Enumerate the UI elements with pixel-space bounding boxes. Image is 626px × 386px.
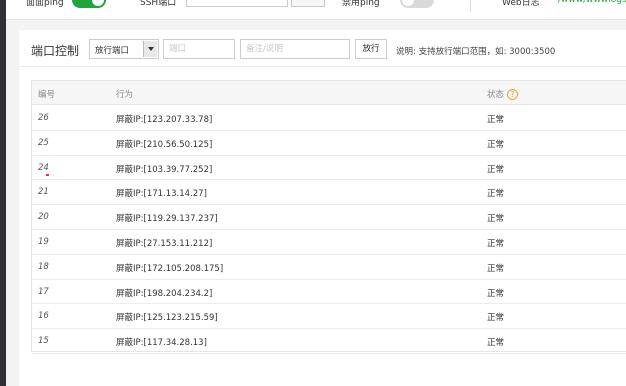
rule-action: 屏蔽IP:[27.153.11.212] xyxy=(116,238,213,249)
rule-action: 屏蔽IP:[172.105.208.175] xyxy=(116,263,224,274)
rule-id: 25 xyxy=(38,137,49,148)
ssh-port-confirm-button[interactable] xyxy=(291,0,325,7)
port-control-toolbar: 端口控制 放行端口 放行 说明: 支持放行端口范围，如: 3000:3500 xyxy=(19,30,626,67)
rule-action: 屏蔽IP:[117.34.28.13] xyxy=(116,338,207,349)
rule-id: 15 xyxy=(38,336,49,347)
table-row: 19 屏蔽IP:[27.153.11.212] 正常 xyxy=(32,230,626,255)
rule-id: 24 xyxy=(38,162,49,173)
table-header: 编号 行为 状态? xyxy=(32,81,626,105)
table-row: 21 屏蔽IP:[171.13.14.27] 正常 xyxy=(32,180,626,206)
web-log-path-link[interactable]: /www/wwwlogs xyxy=(558,0,626,9)
rule-status: 正常 xyxy=(487,338,505,349)
rule-action: 屏蔽IP:[125.123.215.59] xyxy=(116,313,218,324)
rule-status: 正常 xyxy=(487,263,505,274)
rule-action: 屏蔽IP:[171.13.14.27] xyxy=(116,189,207,200)
rule-type-select-value: 放行端口 xyxy=(95,46,130,56)
rule-id: 20 xyxy=(38,212,49,223)
table-row: 24 屏蔽IP:[103.39.77.252] 正常 xyxy=(32,156,626,181)
rule-status: 正常 xyxy=(487,238,505,249)
column-header-status: 状态? xyxy=(487,88,519,100)
column-header-status-label: 状态 xyxy=(487,90,505,100)
table-row: 18 屏蔽IP:[172.105.208.175] 正常 xyxy=(32,255,626,280)
table-row: 16 屏蔽IP:[125.123.215.59] 正常 xyxy=(32,304,626,330)
table-row: 25 屏蔽IP:[210.56.50.125] 正常 xyxy=(32,131,626,156)
table-row: 26 屏蔽IP:[123.207.33.78] 正常 xyxy=(32,106,626,131)
rule-status: 正常 xyxy=(487,164,505,175)
ssh-port-label: SSH端口 xyxy=(140,0,177,8)
rule-id: 17 xyxy=(38,286,49,297)
rule-action: 屏蔽IP:[198.204.234.2] xyxy=(116,288,213,299)
sidebar xyxy=(0,0,6,386)
rule-status: 正常 xyxy=(487,288,505,299)
rule-id: 18 xyxy=(38,261,49,272)
rule-action: 屏蔽IP:[119.29.137.237] xyxy=(116,214,218,225)
remark-input[interactable] xyxy=(240,39,350,59)
rule-action: 屏蔽IP:[210.56.50.125] xyxy=(116,139,213,150)
ssh-port-input[interactable] xyxy=(186,0,288,7)
column-header-id: 编号 xyxy=(38,90,56,100)
rule-status: 正常 xyxy=(487,139,505,150)
table-row: 15 屏蔽IP:[117.34.28.13] 正常 xyxy=(32,329,626,354)
rules-table: 编号 行为 状态? 26 屏蔽IP:[123.207.33.78] 正常 25 屏蔽IP… xyxy=(31,80,626,354)
rule-type-select[interactable]: 放行端口 xyxy=(89,39,159,59)
rule-action: 屏蔽IP:[103.39.77.252] xyxy=(116,164,213,175)
table-row: 17 屏蔽IP:[198.204.234.2] 正常 xyxy=(32,280,626,305)
rule-status: 正常 xyxy=(487,189,505,200)
column-header-action: 行为 xyxy=(116,90,134,100)
divider xyxy=(470,0,471,12)
rule-action: 屏蔽IP:[123.207.33.78] xyxy=(116,115,213,125)
port-control-panel: 端口控制 放行端口 放行 说明: 支持放行端口范围，如: 3000:3500 编… xyxy=(19,30,626,386)
top-settings-bar: 面面ping SSH端口 禁用ping Web日志 /www/wwwlogs xyxy=(6,0,626,20)
disable-ping-toggle[interactable] xyxy=(400,0,434,8)
port-input[interactable] xyxy=(163,39,235,59)
ping-label: 面面ping xyxy=(26,0,64,8)
disable-ping-label: 禁用ping xyxy=(342,0,380,8)
chevron-down-icon[interactable] xyxy=(143,41,157,57)
rule-id: 19 xyxy=(38,236,49,247)
section-title: 端口控制 xyxy=(31,44,80,58)
rule-status: 正常 xyxy=(487,115,505,125)
red-marker xyxy=(46,173,49,176)
rule-status: 正常 xyxy=(487,214,505,225)
help-icon[interactable]: ? xyxy=(507,89,519,100)
web-log-label: Web日志 xyxy=(502,0,540,8)
rule-id: 26 xyxy=(38,113,49,123)
ping-toggle[interactable] xyxy=(72,0,106,8)
port-range-hint: 说明: 支持放行端口范围，如: 3000:3500 xyxy=(396,47,556,57)
rule-id: 16 xyxy=(38,311,49,322)
table-body: 26 屏蔽IP:[123.207.33.78] 正常 25 屏蔽IP:[210.56.5… xyxy=(32,106,626,354)
rule-id: 21 xyxy=(38,187,49,198)
rule-status: 正常 xyxy=(487,313,505,324)
allow-port-button[interactable]: 放行 xyxy=(355,39,387,59)
table-row: 20 屏蔽IP:[119.29.137.237] 正常 xyxy=(32,205,626,230)
